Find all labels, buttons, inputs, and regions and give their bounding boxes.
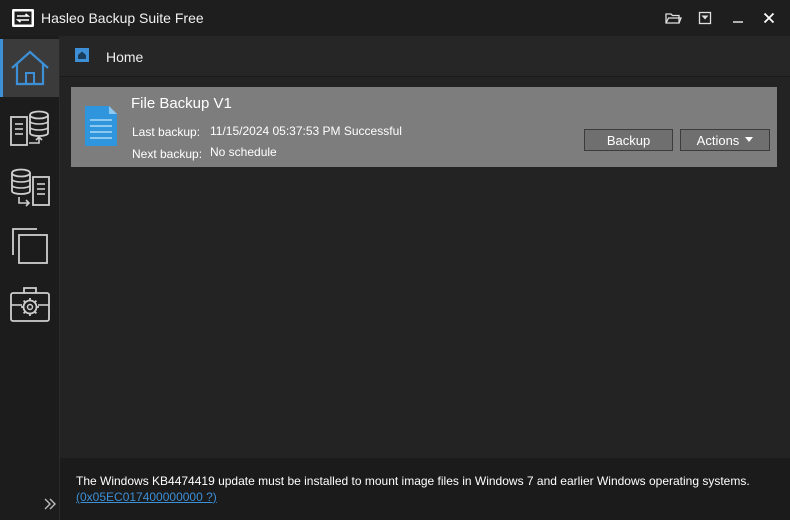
caret-down-icon	[745, 137, 754, 143]
app-logo-icon	[12, 9, 34, 27]
close-icon[interactable]	[758, 8, 780, 28]
last-backup-value: 11/15/2024 05:37:53 PM Successful	[210, 124, 402, 138]
error-code-link[interactable]: (0x05EC017400000000 ?)	[76, 490, 217, 504]
actions-button-label: Actions	[696, 133, 740, 148]
home-small-icon	[75, 48, 89, 62]
home-icon	[11, 50, 49, 86]
breadcrumb: Home	[106, 49, 144, 65]
app-window: Hasleo Backup Suite Free Home File Backu…	[0, 0, 790, 520]
backup-task-card[interactable]: File Backup V1 Last backup: 11/15/2024 0…	[71, 87, 777, 167]
backup-button[interactable]: Backup	[584, 129, 673, 151]
sidebar-item-home[interactable]	[0, 39, 59, 97]
actions-button[interactable]: Actions	[680, 129, 770, 151]
menu-dropdown-icon[interactable]	[694, 8, 716, 28]
main-content: Home File Backup V1 Last backup: 11/15/2…	[60, 36, 790, 520]
next-backup-value: No schedule	[210, 145, 277, 159]
task-name: File Backup V1	[131, 95, 232, 112]
sidebar	[0, 36, 60, 520]
tools-icon	[10, 287, 50, 322]
last-backup-label: Last backup:	[132, 125, 201, 139]
expand-sidebar-icon[interactable]	[42, 496, 58, 512]
file-backup-icon	[85, 106, 117, 146]
backup-icon	[10, 110, 49, 146]
clone-icon	[12, 228, 48, 264]
title-bar: Hasleo Backup Suite Free	[0, 0, 790, 36]
minimize-icon[interactable]	[727, 8, 749, 28]
sidebar-item-tools[interactable]	[1, 273, 58, 331]
header-bar: Home	[60, 36, 790, 77]
restore-icon	[11, 168, 50, 207]
next-backup-label: Next backup:	[132, 147, 203, 161]
status-footer: The Windows KB4474419 update must be ins…	[60, 458, 790, 520]
status-message: The Windows KB4474419 update must be ins…	[76, 474, 750, 488]
open-folder-icon[interactable]	[662, 8, 684, 28]
sidebar-item-restore[interactable]	[1, 157, 58, 215]
window-title: Hasleo Backup Suite Free	[41, 10, 204, 26]
sidebar-item-backup[interactable]	[1, 99, 58, 157]
sidebar-item-clone[interactable]	[1, 215, 58, 273]
backup-button-label: Backup	[606, 133, 651, 148]
